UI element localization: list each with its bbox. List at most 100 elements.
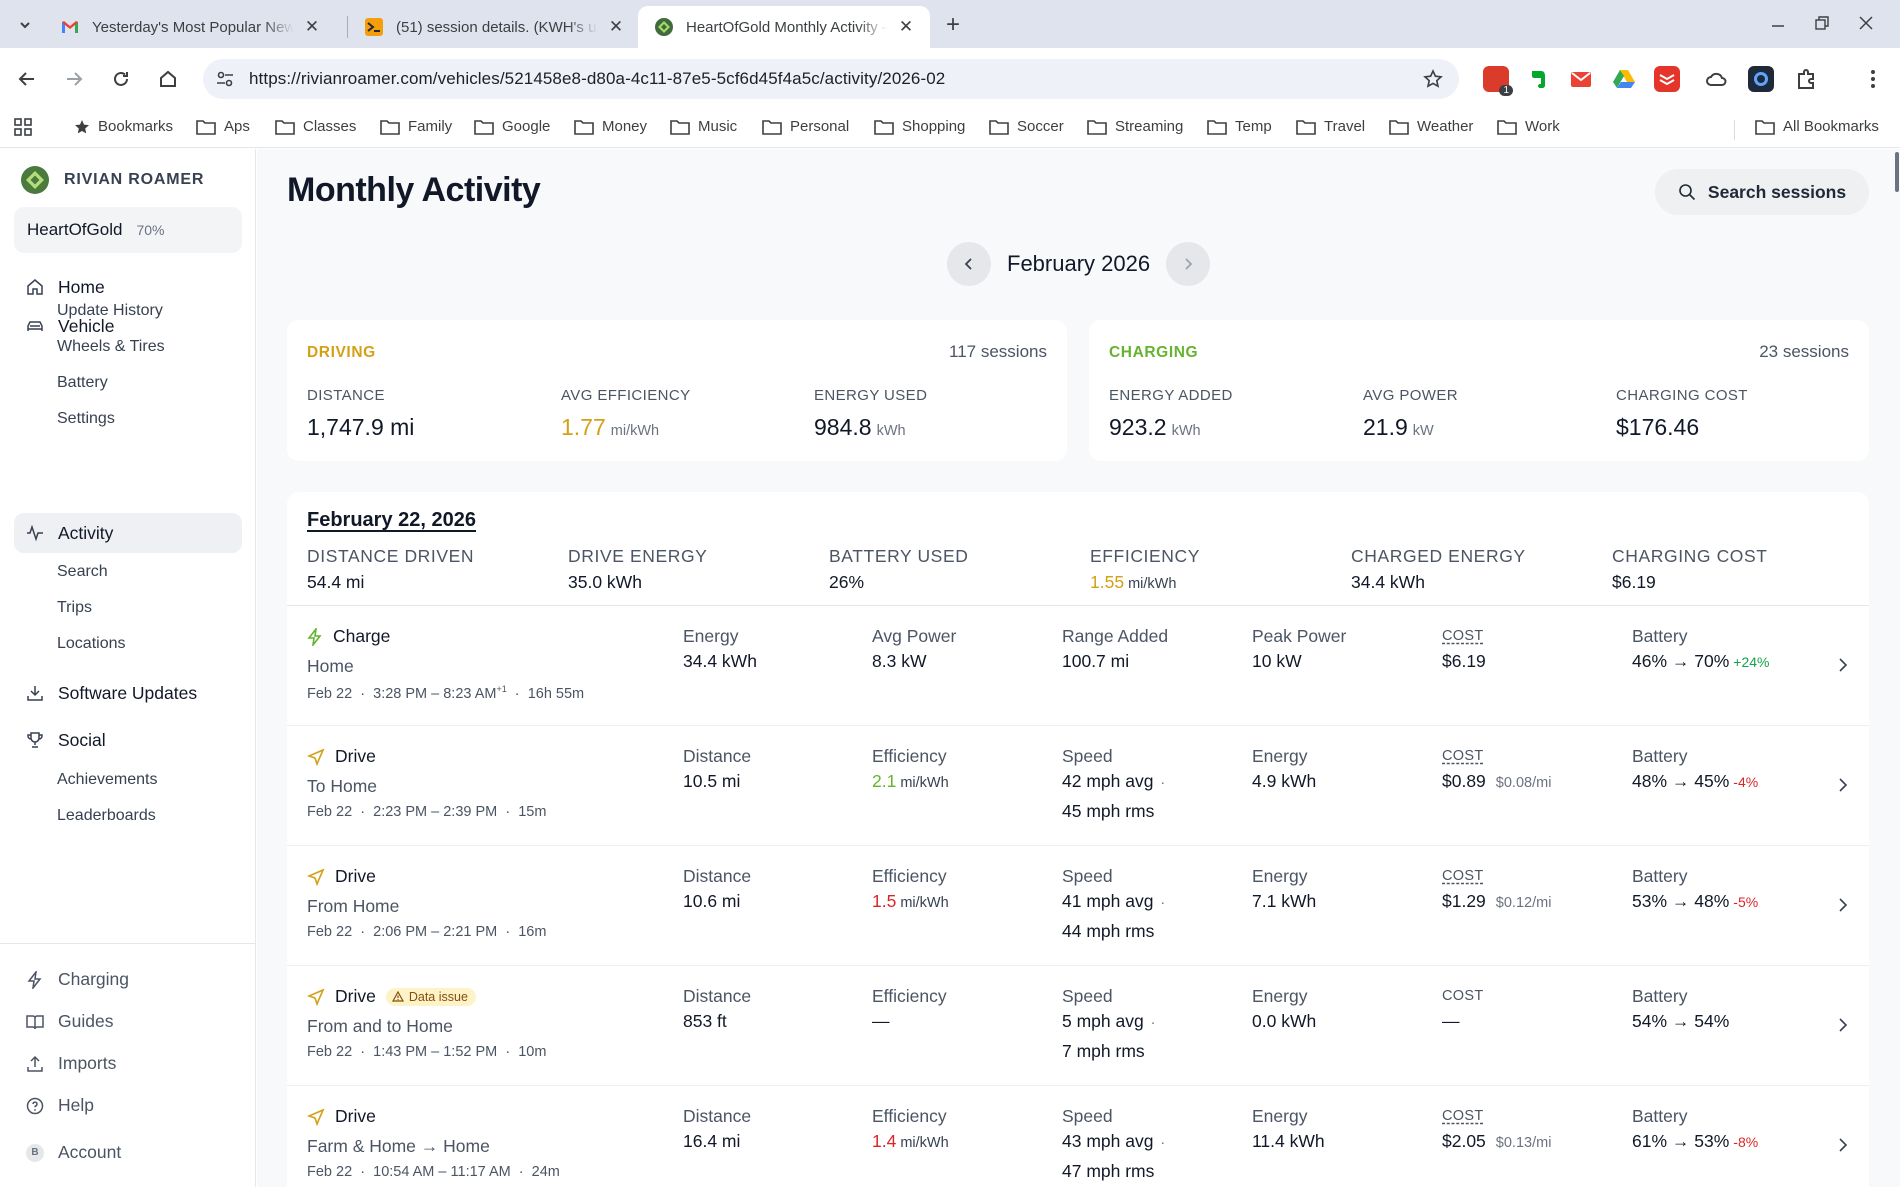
new-tab-button[interactable]: + — [938, 10, 968, 40]
folder-icon — [1087, 119, 1107, 135]
session-row-drive[interactable]: Drive From Home Feb 22 · 2:06 PM – 2:21 … — [287, 846, 1869, 966]
tab-session-details[interactable]: (51) session details. (KWH's us ✕ — [348, 6, 640, 48]
session-row-drive[interactable]: Drive Data issue From and to Home Feb 22… — [287, 966, 1869, 1086]
bookmark-folder-family[interactable]: Family — [380, 118, 452, 135]
bookmark-folder-personal[interactable]: Personal — [762, 118, 849, 135]
day-efficiency: 1.55 mi/kWh — [1090, 572, 1177, 592]
nav-activity[interactable]: Activity — [14, 513, 242, 553]
bookmark-folder-google[interactable]: Google — [474, 118, 550, 135]
bookmark-star-icon[interactable] — [1415, 69, 1451, 89]
vehicle-selector[interactable]: HeartOfGold 70% — [14, 207, 242, 253]
nav-help[interactable]: Help — [26, 1095, 94, 1116]
session-row-drive[interactable]: Drive To Home Feb 22 · 2:23 PM – 2:39 PM… — [287, 726, 1869, 846]
nav-social[interactable]: Social — [14, 720, 242, 760]
nav-settings[interactable]: Settings — [57, 410, 115, 428]
charging-avg-power: 21.9 kW — [1363, 414, 1434, 440]
search-sessions-button[interactable]: Search sessions — [1655, 169, 1869, 215]
nav-wheels-tires[interactable]: Wheels & Tires — [57, 338, 165, 356]
nav-account[interactable]: B Account — [26, 1142, 121, 1163]
bookmark-folder-travel[interactable]: Travel — [1296, 118, 1365, 135]
session-row-charge[interactable]: Charge Home Feb 22 · 3:28 PM – 8:23 AM+1… — [287, 606, 1869, 726]
col-label: Speed — [1062, 1106, 1113, 1126]
evernote-extension-icon[interactable] — [1525, 66, 1551, 92]
address-bar[interactable]: https://rivianroamer.com/vehicles/521458… — [203, 59, 1459, 99]
month-navigator: February 2026 — [947, 242, 1211, 286]
restore-icon — [1815, 16, 1829, 30]
chevron-right-icon[interactable] — [1837, 656, 1849, 674]
apps-grid-icon[interactable] — [14, 118, 40, 136]
nav-trips[interactable]: Trips — [57, 599, 92, 617]
bookmark-folder-work[interactable]: Work — [1497, 118, 1560, 135]
close-tab-icon[interactable]: ✕ — [606, 17, 626, 37]
day-date-link[interactable]: February 22, 2026 — [307, 509, 476, 532]
session-location: Farm & Home → Home — [307, 1136, 490, 1156]
chevron-right-icon[interactable] — [1837, 896, 1849, 914]
drive-energy: 0.0 kWh — [1252, 1011, 1317, 1031]
session-time: Feb 22 · 2:06 PM – 2:21 PM · 16m — [307, 924, 547, 940]
restore-window-button[interactable] — [1802, 8, 1842, 38]
session-row-drive[interactable]: Drive Farm & Home → Home Feb 22 · 10:54 … — [287, 1086, 1869, 1187]
nav-locations[interactable]: Locations — [57, 635, 126, 653]
previous-month-button[interactable] — [947, 242, 991, 286]
close-tab-icon[interactable]: ✕ — [896, 17, 916, 37]
tab-monthly-activity[interactable]: HeartOfGold Monthly Activity – ✕ — [638, 6, 930, 48]
nav-software-updates[interactable]: Software Updates — [14, 673, 242, 713]
reload-button[interactable] — [103, 61, 139, 97]
close-window-button[interactable] — [1846, 8, 1886, 38]
todoist-extension-icon[interactable] — [1654, 66, 1680, 92]
back-button[interactable] — [9, 61, 45, 97]
nav-imports[interactable]: Imports — [26, 1053, 116, 1074]
nav-search[interactable]: Search — [57, 563, 108, 581]
cloud-extension-icon[interactable] — [1703, 66, 1729, 92]
nav-charging[interactable]: Charging — [26, 969, 129, 990]
forward-button[interactable] — [56, 61, 92, 97]
nav-update-history[interactable]: Update History — [57, 302, 163, 320]
cost-label: COST — [1442, 628, 1484, 644]
bookmark-folder-aps[interactable]: Aps — [196, 118, 250, 135]
home-button[interactable] — [150, 61, 186, 97]
col-label: Distance — [683, 986, 752, 1006]
nav-leaderboards[interactable]: Leaderboards — [57, 807, 156, 825]
upload-icon — [27, 1055, 43, 1072]
extensions-puzzle-icon[interactable] — [1793, 66, 1819, 92]
bookmark-folder-soccer[interactable]: Soccer — [989, 118, 1064, 135]
bookmark-folder-shopping[interactable]: Shopping — [874, 118, 965, 135]
camera-extension-icon[interactable] — [1748, 66, 1774, 92]
nav-guides[interactable]: Guides — [26, 1011, 113, 1032]
col-label: Peak Power — [1252, 626, 1347, 646]
close-tab-icon[interactable]: ✕ — [302, 17, 322, 37]
session-type: Drive — [307, 1106, 376, 1127]
bookmark-folder-money[interactable]: Money — [574, 118, 647, 135]
nav-battery[interactable]: Battery — [57, 374, 108, 392]
chevron-right-icon[interactable] — [1837, 1016, 1849, 1034]
tab-title: (51) session details. (KWH's us — [396, 18, 598, 36]
google-drive-extension-icon[interactable] — [1611, 66, 1637, 92]
url-text[interactable]: https://rivianroamer.com/vehicles/521458… — [249, 69, 1415, 89]
all-bookmarks-button[interactable]: All Bookmarks — [1755, 118, 1879, 135]
bookmark-folder-temp[interactable]: Temp — [1207, 118, 1272, 135]
chevron-right-icon[interactable] — [1837, 776, 1849, 794]
nav-achievements[interactable]: Achievements — [57, 771, 158, 789]
bookmark-folder-music[interactable]: Music — [670, 118, 737, 135]
browser-menu-icon[interactable] — [1860, 66, 1886, 92]
page-scrollbar[interactable] — [1895, 152, 1899, 192]
bookmark-folder-streaming[interactable]: Streaming — [1087, 118, 1183, 135]
gmail-extension-icon[interactable] — [1568, 66, 1594, 92]
minimize-window-button[interactable] — [1758, 8, 1798, 38]
charging-cost: $176.46 — [1616, 414, 1700, 440]
sidebar-divider — [0, 943, 256, 944]
calendar-extension-icon[interactable]: 1 — [1483, 66, 1513, 96]
next-month-button[interactable] — [1166, 242, 1211, 286]
day-stat-label: CHARGED ENERGY — [1351, 546, 1526, 566]
bookmark-label: Streaming — [1115, 118, 1184, 135]
bookmark-bookmarks[interactable]: Bookmarks — [74, 118, 173, 135]
nav-home[interactable]: Home — [14, 267, 242, 307]
bookmark-folder-classes[interactable]: Classes — [275, 118, 356, 135]
brand[interactable]: RIVIAN ROAMER — [20, 165, 204, 195]
chevron-right-icon[interactable] — [1837, 1136, 1849, 1154]
tab-gmail[interactable]: Yesterday's Most Popular New ✕ — [44, 6, 336, 48]
tab-search-button[interactable] — [10, 10, 40, 40]
bookmark-folder-weather[interactable]: Weather — [1389, 118, 1473, 135]
folder-icon — [380, 119, 400, 135]
site-settings-icon[interactable] — [207, 69, 243, 89]
